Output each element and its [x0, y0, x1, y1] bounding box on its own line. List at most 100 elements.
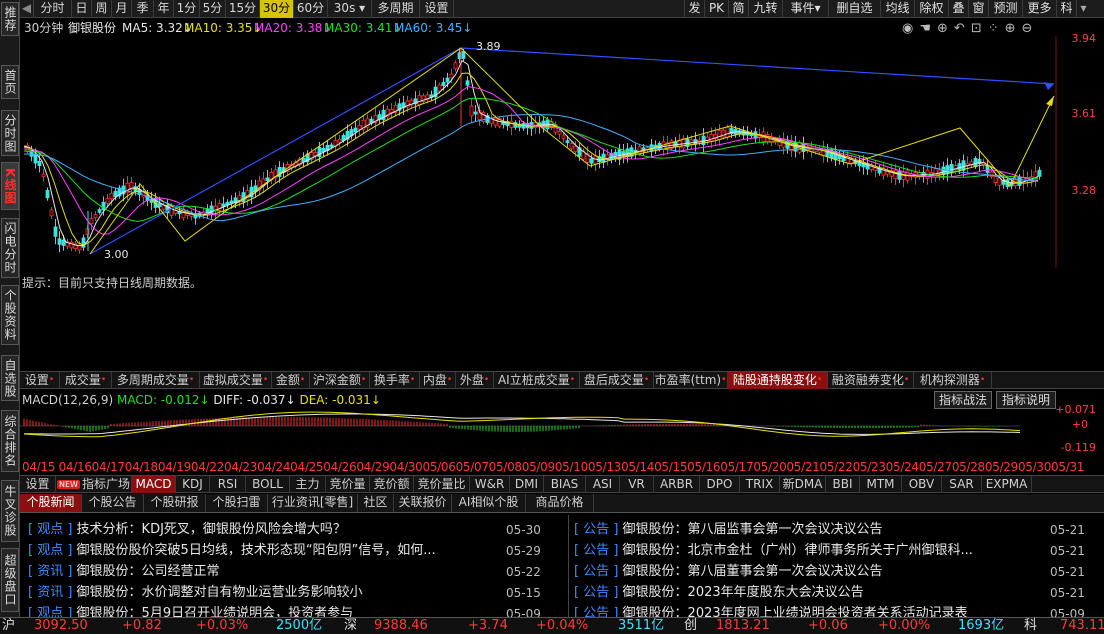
tabs3-item[interactable]: AI相似个股 [452, 494, 526, 512]
news-title[interactable]: 御银股份股价突破5日均线，技术形态现“阳包阴”信号，如何... [77, 543, 436, 558]
tabs1-item[interactable]: 成交量• [60, 372, 112, 389]
tab-day[interactable]: 日 [72, 0, 92, 18]
tabs3-item[interactable]: 个股扫雷 [206, 494, 268, 512]
news-title[interactable]: 御银股份：第八届董事会第一次会议决议公告 [623, 564, 883, 579]
tab-1min[interactable]: 1分 [174, 0, 200, 18]
tabs1-item[interactable]: 多周期成交量• [112, 372, 200, 389]
news-title[interactable]: 御银股份：第八届监事会第一次会议决议公告 [623, 522, 883, 537]
kline-chart[interactable] [20, 36, 1104, 268]
hand-icon[interactable]: ☚ [919, 21, 937, 36]
tabs3-item[interactable]: 行业资讯[零售] [268, 494, 358, 512]
sidebar-item-diagnosis[interactable]: 牛叉诊股 [1, 480, 19, 542]
tabs2-item[interactable]: BOLL [246, 476, 290, 493]
tabs3-item[interactable]: 个股新闻 [20, 494, 82, 512]
tabs1-item[interactable]: 内盘• [420, 372, 456, 389]
tab-15min[interactable]: 15分 [226, 0, 260, 18]
tabs2-item[interactable]: NEW 指标广场 [56, 476, 132, 493]
btn-overlay[interactable]: 叠 [948, 0, 968, 18]
sidebar-item-ranking[interactable]: 综合排名 [1, 410, 19, 472]
news-title[interactable]: 御银股份：2023年年度股东大会决议公告 [623, 585, 864, 600]
news-title[interactable]: 御银股份：水价调整对自有物业运营业务影响较小 [77, 585, 363, 600]
sh-label[interactable]: 沪 [2, 618, 15, 634]
undo-icon[interactable]: ↶ [954, 21, 971, 36]
news-title[interactable]: 御银股份：公司经营正常 [77, 564, 220, 579]
tabs2-item[interactable]: DPO [700, 476, 740, 493]
tab-30s-dropdown[interactable]: 30s ▾ [328, 0, 372, 18]
tabs1-item[interactable]: 盘后成交量• [580, 372, 654, 389]
ke-label[interactable]: 科 [1024, 618, 1037, 634]
news-item[interactable]: [ 观点 ] 御银股份股价突破5日均线，技术形态现“阳包阴”信号，如何... [28, 541, 498, 561]
sidebar-item-flash-timeshare[interactable]: 闪电分时 [1, 218, 19, 278]
sidebar-item-home[interactable]: 首页 [1, 65, 19, 99]
tabs1-item[interactable]: 设置• [20, 372, 60, 389]
tabs2-item[interactable]: DMI [510, 476, 544, 493]
news-item[interactable]: [ 观点 ] 技术分析：KDJ死叉，御银股份风险会增大吗？ [28, 520, 498, 540]
news-title[interactable]: 技术分析：KDJ死叉，御银股份风险会增大吗？ [77, 522, 346, 537]
tabs2-item[interactable]: BBI [826, 476, 860, 493]
tabs2-item[interactable]: ASI [586, 476, 620, 493]
tabs1-item[interactable]: 换手率• [370, 372, 420, 389]
tab-60min[interactable]: 60分 [294, 0, 328, 18]
news-item[interactable]: [ 公告 ] 御银股份：2023年年度股东大会决议公告 [574, 583, 1042, 603]
btn-ma[interactable]: 均线 [880, 0, 914, 18]
tabs2-item[interactable]: 竞价额 [370, 476, 414, 493]
tab-quarter[interactable]: 季 [132, 0, 154, 18]
news-title[interactable]: 御银股份：北京市金杜（广州）律师事务所关于广州御银科... [623, 543, 973, 558]
tab-30min[interactable]: 30分 [260, 0, 294, 18]
sidebar-item-profile[interactable]: 个股资料 [1, 285, 19, 345]
news-item[interactable]: [ 公告 ] 御银股份：第八届监事会第一次会议决议公告 [574, 520, 1042, 540]
sidebar-item-recommend[interactable]: 推荐 [1, 2, 19, 36]
tabs2-item[interactable]: EXPMA [982, 476, 1032, 493]
btn-sci[interactable]: 科 [1056, 0, 1076, 18]
tabs3-item[interactable]: 个股公告 [82, 494, 144, 512]
tabs2-item[interactable]: 设置 [20, 476, 56, 493]
news-item[interactable]: [ 公告 ] 御银股份：北京市金杜（广州）律师事务所关于广州御银科... [574, 541, 1042, 561]
tabs2-item[interactable]: MTM [860, 476, 902, 493]
btn-forecast[interactable]: 预测 [988, 0, 1022, 18]
tabs1-item[interactable]: 金额• [272, 372, 310, 389]
tabs3-item[interactable]: 商品价格 [526, 494, 594, 512]
tab-settings[interactable]: 设置 [420, 0, 454, 18]
tab-year[interactable]: 年 [154, 0, 174, 18]
dots-icon[interactable]: ⁘ [988, 21, 1005, 36]
chevron-left-icon[interactable]: ◀ [20, 0, 34, 18]
zoom-in-icon[interactable]: ⊕ [1005, 21, 1022, 36]
tab-month[interactable]: 月 [112, 0, 132, 18]
tabs2-item[interactable]: KDJ [176, 476, 210, 493]
tab-week[interactable]: 周 [92, 0, 112, 18]
news-item[interactable]: [ 资讯 ] 御银股份：水价调整对自有物业运营业务影响较小 [28, 583, 498, 603]
btn-events[interactable]: 事件▾ [782, 0, 828, 18]
macd-chart[interactable] [20, 404, 1104, 460]
cy-label[interactable]: 创 [684, 618, 697, 634]
tab-multi-period[interactable]: 多周期 [372, 0, 420, 18]
sidebar-item-watchlist[interactable]: 自选股 [1, 355, 19, 401]
btn-window[interactable]: 窗 [968, 0, 988, 18]
chevron-down-icon[interactable]: ▾ [1076, 0, 1090, 18]
sz-label[interactable]: 深 [344, 618, 357, 634]
btn-delete-watchlist[interactable]: 删自选 [828, 0, 880, 18]
btn-nine-turn[interactable]: 九转 [748, 0, 782, 18]
tabs2-item[interactable]: W&R [470, 476, 510, 493]
tabs3-item[interactable]: 社区 [358, 494, 394, 512]
tabs2-item[interactable]: 竞价量比 [414, 476, 470, 493]
news-item[interactable]: [ 资讯 ] 御银股份：公司经营正常 [28, 562, 498, 582]
news-item[interactable]: [ 公告 ] 御银股份：第八届董事会第一次会议决议公告 [574, 562, 1042, 582]
tabs2-item[interactable]: 主力 [290, 476, 326, 493]
zoom-out-icon[interactable]: ⊖ [1022, 21, 1039, 36]
btn-ex-rights[interactable]: 除权 [914, 0, 948, 18]
sidebar-item-super-handicap[interactable]: 超级盘口 [1, 548, 19, 612]
tabs2-item[interactable]: ARBR [654, 476, 700, 493]
tabs1-item[interactable]: 外盘• [456, 372, 494, 389]
tabs3-item[interactable]: 关联报价 [394, 494, 452, 512]
tabs2-item[interactable]: SAR [942, 476, 982, 493]
tabs2-item[interactable]: 新DMA [780, 476, 826, 493]
btn-publish[interactable]: 发 [684, 0, 704, 18]
tabs1-item[interactable]: AI立桩成交量• [494, 372, 580, 389]
tab-timeshare[interactable]: 分时 [34, 0, 72, 18]
tabs1-item[interactable]: 沪深金额• [310, 372, 370, 389]
tabs1-item[interactable]: 市盈率(ttm)• [654, 372, 728, 389]
tab-5min[interactable]: 5分 [200, 0, 226, 18]
tabs3-item[interactable]: 个股研报 [144, 494, 206, 512]
tabs2-item[interactable]: 竞价量 [326, 476, 370, 493]
tabs1-item[interactable]: 机构探测器• [914, 372, 992, 389]
